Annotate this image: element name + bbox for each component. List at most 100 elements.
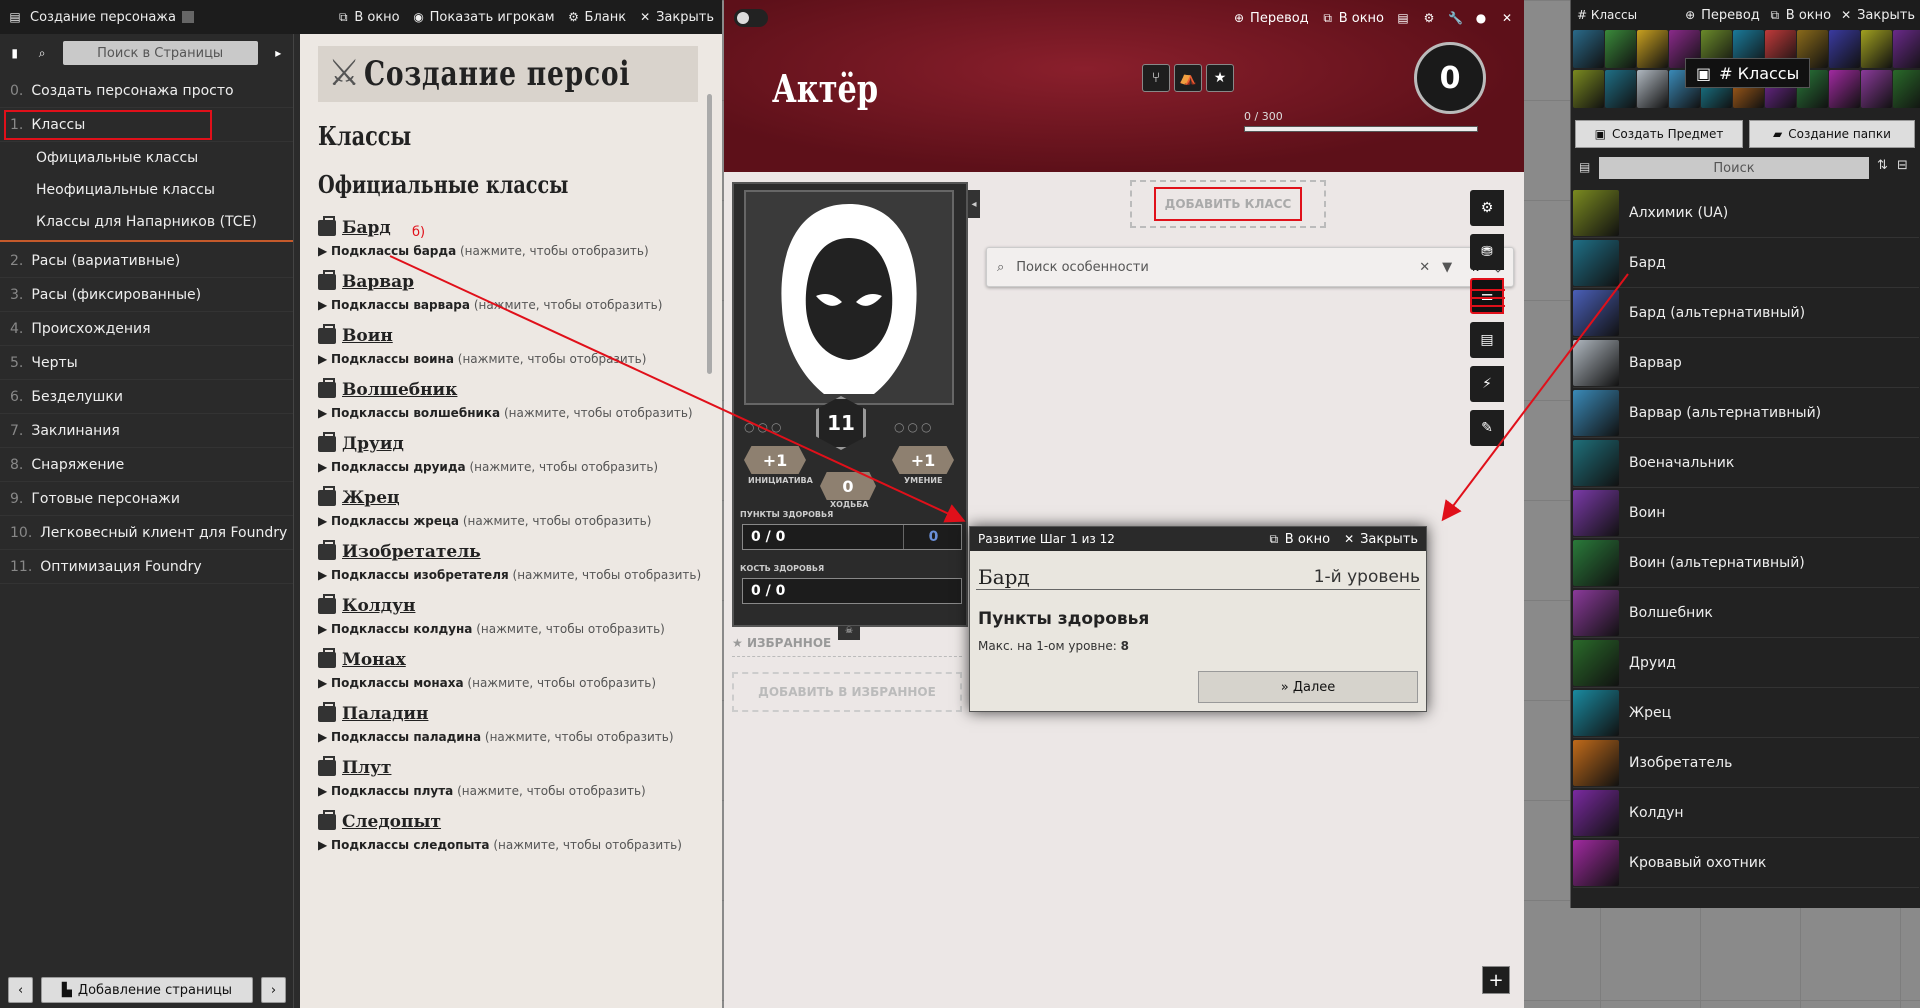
class-link[interactable]: Монах xyxy=(318,648,656,670)
class-link[interactable]: Плут xyxy=(318,756,646,778)
compendium-entry[interactable]: Волшебник xyxy=(1573,588,1919,638)
compendium-entry[interactable]: Бард (альтернативный) xyxy=(1573,288,1919,338)
sidebar-item[interactable]: 2. Расы (вариативные) xyxy=(0,244,293,278)
class-link[interactable]: Следопыт xyxy=(318,810,682,832)
subclass-toggle[interactable]: ▶ Подклассы барда (нажмите, чтобы отобра… xyxy=(318,244,649,258)
add-page-button[interactable]: ▙ Добавление страницы xyxy=(41,977,253,1003)
compendium-entry[interactable]: Жрец xyxy=(1573,688,1919,738)
translate-button[interactable]: ⊕ Перевод xyxy=(1232,11,1309,26)
expand-arrow-icon[interactable]: ▸ xyxy=(272,46,285,60)
collapse-folders-icon[interactable]: ⊟ xyxy=(1897,158,1908,173)
hp-field[interactable]: 0 / 0 0 xyxy=(742,524,962,550)
create-folder-button[interactable]: ▰ Создание папки xyxy=(1749,120,1915,148)
hp-temp[interactable]: 0 xyxy=(903,525,963,549)
popout-button[interactable]: ⧉ В окно xyxy=(1321,11,1384,26)
class-link[interactable]: Бард xyxy=(318,216,649,238)
subclass-toggle[interactable]: ▶ Подклассы следопыта (нажмите, чтобы от… xyxy=(318,838,682,852)
short-rest-icon[interactable]: ⑂ xyxy=(1142,64,1170,92)
initiative-value[interactable]: +1 xyxy=(744,446,806,474)
class-link[interactable]: Волшебник xyxy=(318,378,693,400)
add-class-button[interactable]: ДОБАВИТЬ КЛАСС xyxy=(1154,187,1302,221)
class-link[interactable]: Варвар xyxy=(318,270,662,292)
sidebar-item[interactable]: 0. Создать персонажа просто xyxy=(0,74,293,108)
sidebar-item[interactable]: 4. Происхождения xyxy=(0,312,293,346)
sidebar-item[interactable]: 10. Легковесный клиент для Foundry xyxy=(0,516,293,550)
filter-icon[interactable]: ▼ xyxy=(1442,260,1452,275)
sheet-button[interactable]: ⚙ Бланк xyxy=(567,10,626,25)
compendium-entry[interactable]: Военачальник xyxy=(1573,438,1919,488)
subclass-toggle[interactable]: ▶ Подклассы друида (нажмите, чтобы отобр… xyxy=(318,460,658,474)
next-page-button[interactable]: › xyxy=(260,977,286,1003)
inspiration-icon[interactable]: ★ xyxy=(1206,64,1234,92)
class-link[interactable]: Паладин xyxy=(318,702,674,724)
user-button[interactable]: ● xyxy=(1474,11,1488,25)
close-button[interactable]: ✕ Закрыть xyxy=(1342,532,1418,547)
collapse-icon[interactable]: ▮ xyxy=(8,46,21,60)
sidebar-item[interactable]: 1. Классы xyxy=(0,108,293,142)
subclass-toggle[interactable]: ▶ Подклассы плута (нажмите, чтобы отобра… xyxy=(318,784,646,798)
mode-toggle[interactable] xyxy=(734,9,768,27)
class-link[interactable]: Воин xyxy=(318,324,646,346)
clear-icon[interactable]: ✕ xyxy=(1419,260,1430,275)
compendium-entry[interactable]: Колдун xyxy=(1573,788,1919,838)
compendium-entry[interactable]: Варвар (альтернативный) xyxy=(1573,388,1919,438)
close-button[interactable]: ✕ xyxy=(1500,11,1514,25)
class-link[interactable]: Колдун xyxy=(318,594,665,616)
sidebar-item[interactable]: 5. Черты xyxy=(0,346,293,380)
popout-button[interactable]: ⧉ В окно xyxy=(336,10,400,25)
sort-icon[interactable]: ⇅ xyxy=(1877,158,1888,173)
tab-biography[interactable]: ✎ xyxy=(1470,410,1504,446)
actor-name[interactable]: Актёр xyxy=(772,66,878,111)
tab-inventory[interactable]: ⛃ xyxy=(1470,234,1504,270)
tab-settings[interactable]: ⚙ xyxy=(1470,190,1504,226)
sheet-config-button[interactable]: ▤ xyxy=(1396,11,1410,25)
hd-field[interactable]: 0 / 0 xyxy=(742,578,962,604)
subclass-toggle[interactable]: ▶ Подклассы волшебника (нажмите, чтобы о… xyxy=(318,406,693,420)
document-icon[interactable] xyxy=(181,11,194,23)
subclass-toggle[interactable]: ▶ Подклассы колдуна (нажмите, чтобы отоб… xyxy=(318,622,665,636)
compendium-search-input[interactable]: Поиск xyxy=(1599,157,1869,179)
long-rest-icon[interactable]: ⛺ xyxy=(1174,64,1202,92)
compendium-entry[interactable]: Кровавый охотник xyxy=(1573,838,1919,888)
sidebar-item[interactable]: 3. Расы (фиксированные) xyxy=(0,278,293,312)
sidebar-item[interactable]: 6. Безделушки xyxy=(0,380,293,414)
tab-effects[interactable]: ⚡ xyxy=(1470,366,1504,402)
subclass-toggle[interactable]: ▶ Подклассы жреца (нажмите, чтобы отобра… xyxy=(318,514,651,528)
class-link[interactable]: Друид xyxy=(318,432,658,454)
page-scrollbar[interactable] xyxy=(707,94,712,374)
sidebar-item[interactable]: Официальные классы xyxy=(0,142,293,174)
prev-page-button[interactable]: ‹ xyxy=(8,977,34,1003)
walk-value[interactable]: 0 xyxy=(820,472,876,500)
subclass-toggle[interactable]: ▶ Подклассы паладина (нажмите, чтобы ото… xyxy=(318,730,674,744)
next-button[interactable]: » Далее xyxy=(1198,671,1418,703)
add-favorite-button[interactable]: ДОБАВИТЬ В ИЗБРАННОЕ xyxy=(732,672,962,712)
feature-search-input[interactable]: Поиск особенности xyxy=(1016,260,1411,275)
compendium-entry[interactable]: Варвар xyxy=(1573,338,1919,388)
sidebar-item[interactable]: 11. Оптимизация Foundry xyxy=(0,550,293,584)
search-input[interactable]: Поиск в Страницы xyxy=(62,41,258,65)
subclass-toggle[interactable]: ▶ Подклассы варвара (нажмите, чтобы отоб… xyxy=(318,298,662,312)
compendium-entry[interactable]: Бард xyxy=(1573,238,1919,288)
compendium-entry[interactable]: Изобретатель xyxy=(1573,738,1919,788)
skill-value[interactable]: +1 xyxy=(892,446,954,474)
settings-button[interactable]: ⚙ xyxy=(1422,11,1436,25)
create-item-button[interactable]: ▣ Создать Предмет xyxy=(1575,120,1743,148)
tab-features[interactable]: ☰ xyxy=(1470,278,1504,314)
subclass-toggle[interactable]: ▶ Подклассы монаха (нажмите, чтобы отобр… xyxy=(318,676,656,690)
portrait-frame[interactable] xyxy=(744,190,954,405)
show-players-button[interactable]: ◉ Показать игрокам xyxy=(412,10,554,25)
collapse-portrait-icon[interactable]: ◂ xyxy=(968,190,980,218)
translate-button[interactable]: ⊕ Перевод xyxy=(1683,8,1760,23)
close-button[interactable]: ✕ Закрыть xyxy=(1839,8,1915,23)
add-icon[interactable]: + xyxy=(1482,966,1510,994)
compendium-entry[interactable]: Воин (альтернативный) xyxy=(1573,538,1919,588)
compendium-entry[interactable]: Друид xyxy=(1573,638,1919,688)
tools-button[interactable]: 🔧 xyxy=(1448,11,1463,25)
subclass-toggle[interactable]: ▶ Подклассы изобретателя (нажмите, чтобы… xyxy=(318,568,701,582)
compendium-entry[interactable]: Воин xyxy=(1573,488,1919,538)
subclass-toggle[interactable]: ▶ Подклассы воина (нажмите, чтобы отобра… xyxy=(318,352,646,366)
class-link[interactable]: Жрец xyxy=(318,486,651,508)
sidebar-item[interactable]: 9. Готовые персонажи xyxy=(0,482,293,516)
popout-button[interactable]: ⧉ В окно xyxy=(1768,8,1831,23)
sidebar-item[interactable]: 7. Заклинания xyxy=(0,414,293,448)
